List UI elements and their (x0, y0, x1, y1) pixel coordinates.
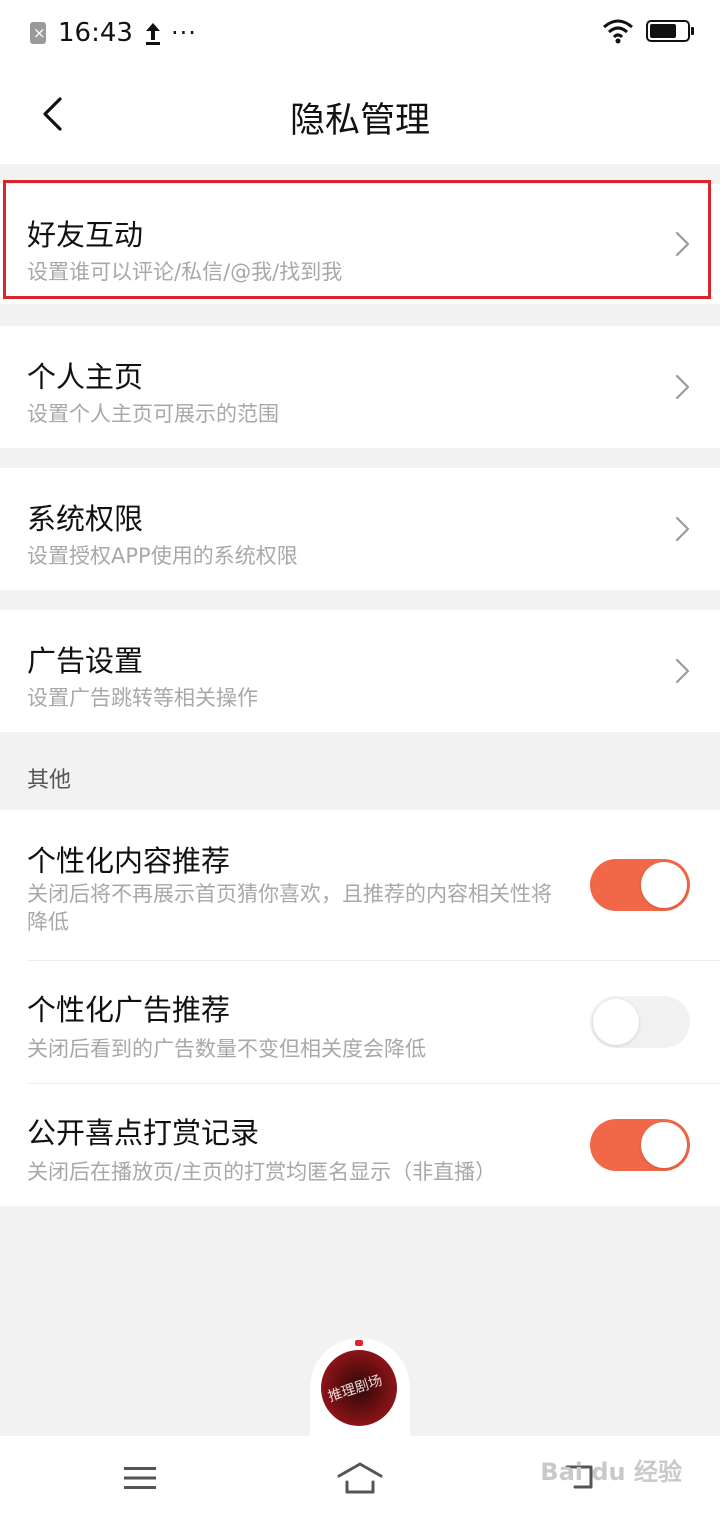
more-notifications-icon: ··· (170, 19, 197, 47)
toggle-knob (593, 999, 639, 1045)
public-reward-records-toggle[interactable] (590, 1119, 690, 1171)
home-button[interactable] (335, 1456, 385, 1500)
toggle-subtitle: 关闭后在播放页/主页的打赏均匿名显示（非直播） (27, 1160, 497, 1184)
menu-item-title: 系统权限 (27, 502, 144, 536)
watermark: Bai du 经验 (540, 1458, 682, 1486)
floating-player-button[interactable]: 推理剧场 (310, 1338, 410, 1448)
battery-icon (646, 20, 694, 42)
chevron-right-icon (675, 374, 690, 400)
menu-item-subtitle: 设置广告跳转等相关操作 (27, 686, 258, 710)
toggle-knob (641, 862, 687, 908)
menu-item-title: 广告设置 (27, 644, 144, 678)
chevron-right-icon (675, 658, 690, 684)
toggle-title: 公开喜点打赏记录 (27, 1116, 260, 1150)
menu-item-subtitle: 设置授权APP使用的系统权限 (27, 544, 298, 568)
album-cover: 推理剧场 (321, 1350, 397, 1426)
toggle-row-personalized-content: 个性化内容推荐 关闭后将不再展示首页猜你喜欢，且推荐的内容相关性将降低 (0, 810, 720, 960)
status-right (602, 18, 694, 44)
personalized-content-toggle[interactable] (590, 859, 690, 911)
toggle-row-personalized-ads: 个性化广告推荐 关闭后看到的广告数量不变但相关度会降低 (0, 961, 720, 1083)
menu-icon (124, 1467, 156, 1489)
menu-item-system-permissions[interactable]: 系统权限 设置授权APP使用的系统权限 (0, 468, 720, 590)
menu-button[interactable] (115, 1456, 165, 1500)
toggle-title: 个性化广告推荐 (27, 993, 231, 1027)
page-title: 隐私管理 (289, 101, 430, 141)
upload-icon (145, 23, 160, 45)
other-settings-card: 个性化内容推荐 关闭后将不再展示首页猜你喜欢，且推荐的内容相关性将降低 个性化广… (0, 810, 720, 1206)
player-indicator-dot (355, 1340, 363, 1346)
status-left: 16:43 ··· (30, 16, 197, 50)
menu-item-personal-homepage[interactable]: 个人主页 设置个人主页可展示的范围 (0, 326, 720, 448)
toggle-title: 个性化内容推荐 (27, 844, 231, 878)
menu-item-subtitle: 设置个人主页可展示的范围 (27, 402, 279, 426)
chevron-right-icon (675, 231, 690, 257)
toggle-subtitle: 关闭后将不再展示首页猜你喜欢，且推荐的内容相关性将降低 (27, 882, 552, 934)
menu-item-ad-settings[interactable]: 广告设置 设置广告跳转等相关操作 (0, 610, 720, 732)
toggle-subtitle: 关闭后看到的广告数量不变但相关度会降低 (27, 1037, 426, 1061)
menu-item-friend-interaction[interactable]: 好友互动 设置谁可以评论/私信/@我/找到我 (0, 184, 720, 304)
status-time: 16:43 (58, 18, 133, 48)
title-bar: 隐私管理 (0, 66, 720, 164)
menu-item-title: 好友互动 (27, 218, 144, 252)
chevron-right-icon (675, 516, 690, 542)
home-icon (337, 1462, 383, 1494)
no-sim-icon (30, 22, 46, 44)
toggle-knob (641, 1122, 687, 1168)
menu-item-title: 个人主页 (27, 360, 144, 394)
status-bar: 16:43 ··· (0, 0, 720, 66)
toggle-row-public-reward-records: 公开喜点打赏记录 关闭后在播放页/主页的打赏均匿名显示（非直播） (0, 1084, 720, 1206)
personalized-ads-toggle[interactable] (590, 996, 690, 1048)
wifi-icon (603, 19, 633, 44)
menu-item-subtitle: 设置谁可以评论/私信/@我/找到我 (27, 260, 343, 284)
section-label-other: 其他 (27, 768, 72, 793)
album-cover-text: 推理剧场 (326, 1372, 385, 1406)
